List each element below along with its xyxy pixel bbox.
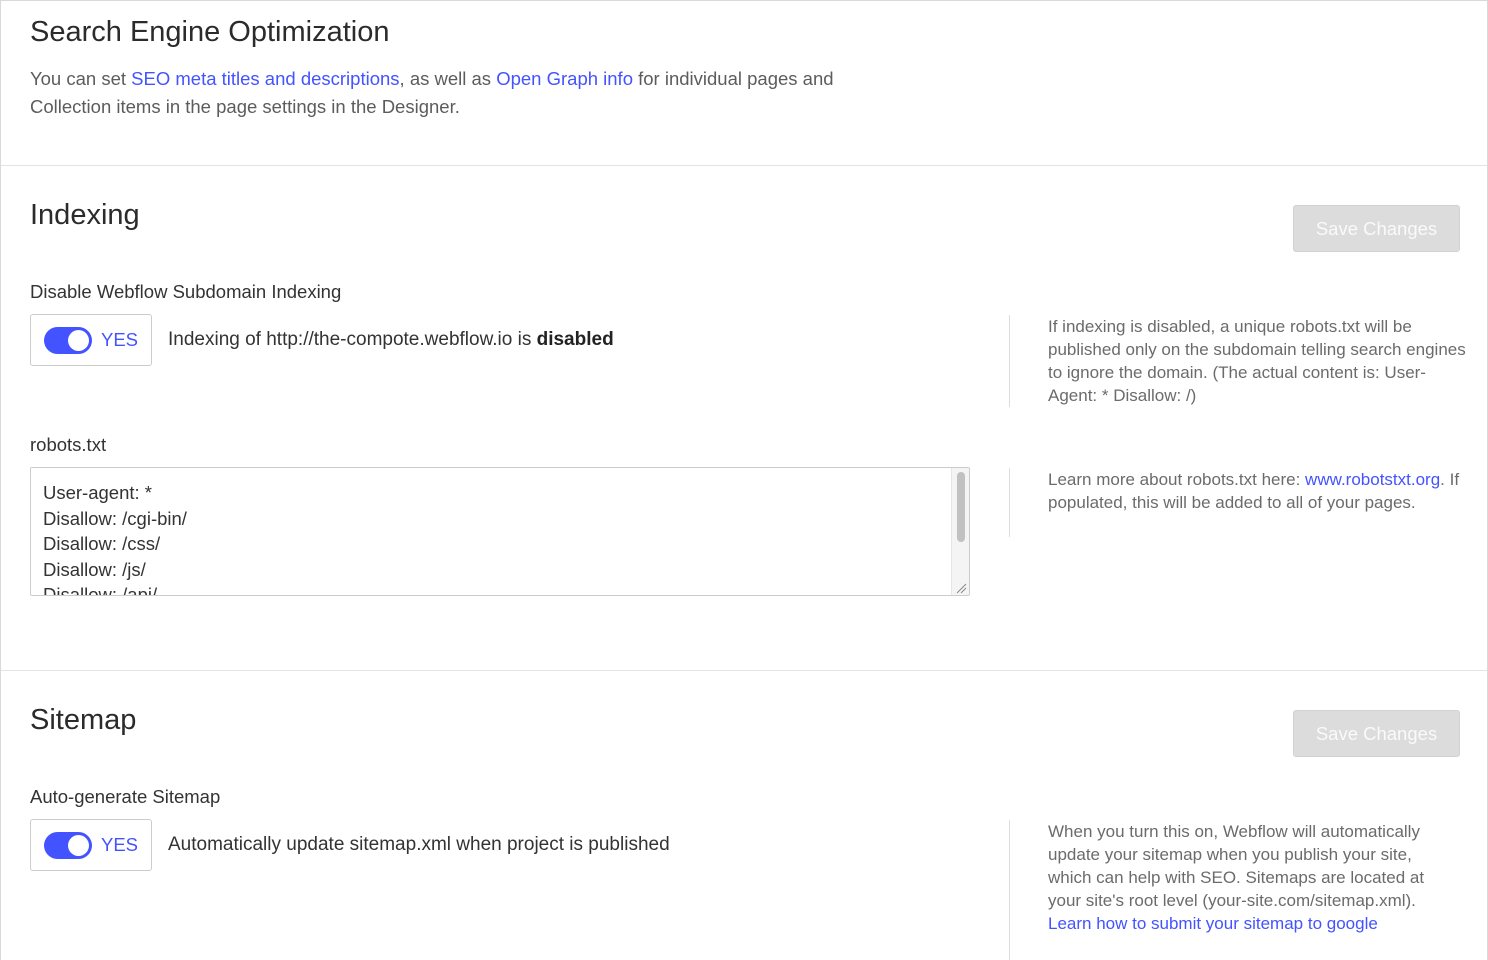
robots-txt-textarea[interactable]: User-agent: * Disallow: /cgi-bin/ Disall… <box>31 468 951 595</box>
subdomain-indexing-toggle[interactable]: YES <box>30 314 152 366</box>
robots-help-part: Learn more about robots.txt here: <box>1048 470 1306 489</box>
auto-sitemap-label: Auto-generate Sitemap <box>30 786 221 807</box>
sitemap-help-text: When you turn this on, Webflow will auto… <box>1048 820 1448 935</box>
robotstxt-org-link[interactable]: www.robotstxt.org <box>1305 470 1440 489</box>
sitemap-section-title: Sitemap <box>30 704 137 736</box>
seo-section-title: Search Engine Optimization <box>30 16 390 48</box>
robots-txt-scrollbar[interactable] <box>951 468 969 595</box>
robots-txt-editor[interactable]: User-agent: * Disallow: /cgi-bin/ Disall… <box>30 467 970 596</box>
auto-sitemap-toggle[interactable]: YES <box>30 819 152 871</box>
toggle-track <box>44 327 92 354</box>
section-divider <box>1 670 1487 671</box>
toggle-track <box>44 832 92 859</box>
scroll-thumb[interactable] <box>957 472 965 542</box>
submit-sitemap-link[interactable]: Learn how to submit your sitemap to goog… <box>1048 914 1378 933</box>
toggle-knob <box>68 835 89 856</box>
resize-handle-icon[interactable] <box>955 582 967 594</box>
subdomain-indexing-label: Disable Webflow Subdomain Indexing <box>30 281 342 302</box>
help-divider <box>1009 820 1010 960</box>
toggle-label: YES <box>101 329 139 350</box>
open-graph-link[interactable]: Open Graph info <box>496 68 633 89</box>
seo-intro-part: , as well as <box>399 68 497 89</box>
indexing-status-prefix: Indexing of http://the-compote.webflow.i… <box>168 329 537 350</box>
sitemap-status-text: Automatically update sitemap.xml when pr… <box>168 834 670 855</box>
toggle-knob <box>68 330 89 351</box>
robots-txt-label: robots.txt <box>30 434 107 455</box>
section-divider <box>1 165 1487 166</box>
indexing-help-text: If indexing is disabled, a unique robots… <box>1048 317 1466 405</box>
indexing-save-button[interactable]: Save Changes <box>1293 205 1460 252</box>
seo-intro-part: You can set <box>30 68 132 89</box>
indexing-status-text: Indexing of http://the-compote.webflow.i… <box>168 329 614 351</box>
sitemap-save-button[interactable]: Save Changes <box>1293 710 1460 757</box>
seo-intro-text: You can set SEO meta titles and descript… <box>30 65 910 121</box>
indexing-status-value: disabled <box>536 329 614 350</box>
help-divider <box>1009 468 1010 537</box>
indexing-section-title: Indexing <box>30 199 140 231</box>
seo-meta-link[interactable]: SEO meta titles and descriptions <box>131 68 399 89</box>
robots-help-text: Learn more about robots.txt here: www.ro… <box>1048 468 1468 514</box>
help-divider <box>1009 315 1010 407</box>
sitemap-help-part: When you turn this on, Webflow will auto… <box>1048 822 1425 910</box>
seo-settings-panel: Search Engine Optimization You can set S… <box>0 0 1488 960</box>
toggle-label: YES <box>101 834 139 855</box>
